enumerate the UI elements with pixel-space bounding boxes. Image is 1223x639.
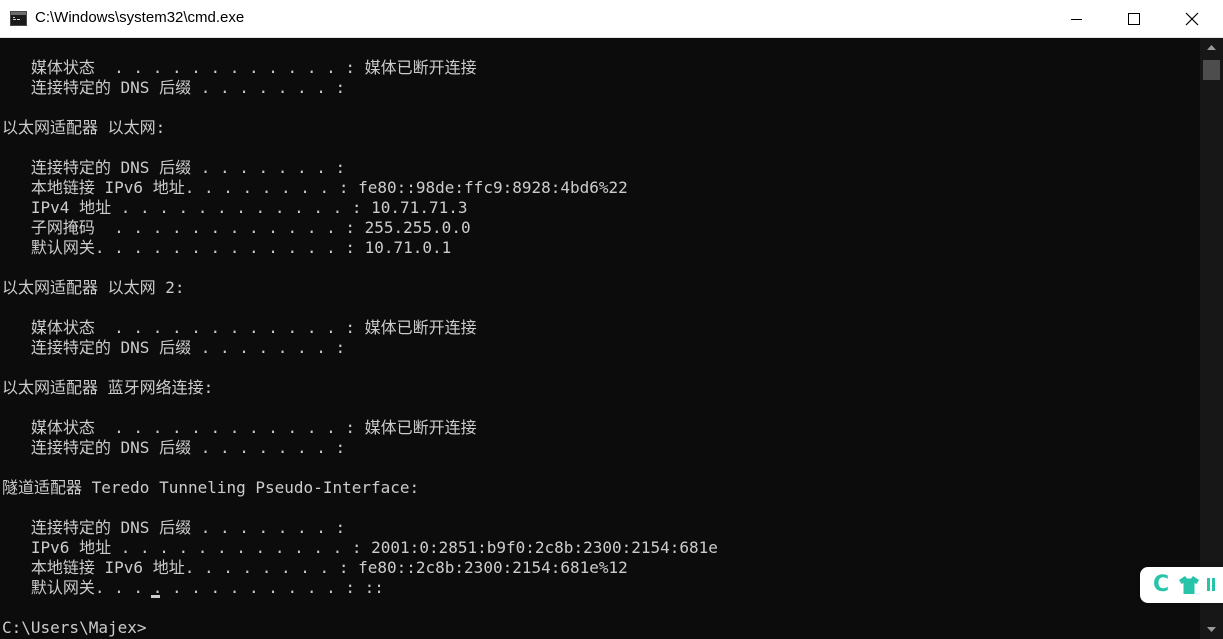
maximize-icon xyxy=(1128,13,1140,25)
more-icon[interactable] xyxy=(1207,578,1210,591)
cmd-icon[interactable] xyxy=(10,11,27,26)
console-line: 默认网关. . . . . . . . . . . . . : 10.71.0.… xyxy=(2,238,452,257)
console-line: IPv4 地址 . . . . . . . . . . . . : 10.71.… xyxy=(2,198,468,217)
text-cursor xyxy=(151,595,160,598)
vertical-scrollbar[interactable] xyxy=(1200,38,1223,639)
console-line: 默认网关. . . . . . . . . . . . . : :: xyxy=(2,578,384,597)
console-line: 连接特定的 DNS 后缀 . . . . . . . : xyxy=(2,78,346,97)
window-title: C:\Windows\system32\cmd.exe xyxy=(35,9,245,26)
console-line: 媒体状态 . . . . . . . . . . . . : 媒体已断开连接 xyxy=(2,58,477,77)
scroll-down-arrow-icon[interactable] xyxy=(1200,619,1223,639)
console-line: IPv6 地址 . . . . . . . . . . . . : 2001:0… xyxy=(2,538,718,557)
scroll-up-arrow-icon[interactable] xyxy=(1200,38,1223,58)
console-line: 媒体状态 . . . . . . . . . . . . : 媒体已断开连接 xyxy=(2,318,477,337)
close-icon xyxy=(1185,12,1199,26)
console-line: 以太网适配器 以太网: xyxy=(2,118,166,137)
close-button[interactable] xyxy=(1163,0,1221,38)
console-line: 以太网适配器 以太网 2: xyxy=(2,278,185,297)
widget-letter[interactable]: C xyxy=(1153,571,1169,599)
console-line: 连接特定的 DNS 后缀 . . . . . . . : xyxy=(2,518,346,537)
scrollbar-thumb[interactable] xyxy=(1203,60,1220,80)
minimize-icon xyxy=(1071,19,1082,20)
console-line: 连接特定的 DNS 后缀 . . . . . . . : xyxy=(2,158,346,177)
console-line: C:\Users\Majex> xyxy=(2,618,147,637)
console-line: 本地链接 IPv6 地址. . . . . . . . : fe80::2c8b… xyxy=(2,558,628,577)
console-line: 本地链接 IPv6 地址. . . . . . . . : fe80::98de… xyxy=(2,178,628,197)
console-line: 子网掩码 . . . . . . . . . . . . : 255.255.0… xyxy=(2,218,471,237)
console-line: 媒体状态 . . . . . . . . . . . . : 媒体已断开连接 xyxy=(2,418,477,437)
floating-tool-widget[interactable]: C xyxy=(1140,567,1223,603)
console-line: 连接特定的 DNS 后缀 . . . . . . . : xyxy=(2,438,346,457)
console-line: 连接特定的 DNS 后缀 . . . . . . . : xyxy=(2,338,346,357)
shirt-icon[interactable] xyxy=(1178,576,1200,599)
title-bar[interactable]: C:\Windows\system32\cmd.exe xyxy=(0,0,1223,38)
minimize-button[interactable] xyxy=(1047,0,1105,38)
maximize-button[interactable] xyxy=(1105,0,1163,38)
console-output[interactable]: 媒体状态 . . . . . . . . . . . . : 媒体已断开连接 连… xyxy=(0,38,1200,639)
console-line: 以太网适配器 蓝牙网络连接: xyxy=(2,378,214,397)
cmd-window: C:\Windows\system32\cmd.exe 媒体状态 . . . .… xyxy=(0,0,1223,639)
console-line: 隧道适配器 Teredo Tunneling Pseudo-Interface: xyxy=(2,478,420,497)
